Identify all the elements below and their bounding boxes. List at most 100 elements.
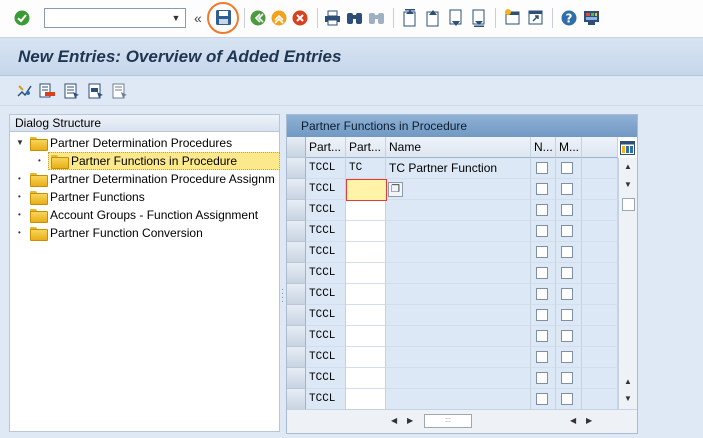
- partner-function-cell[interactable]: [346, 389, 386, 410]
- row-selector[interactable]: [287, 347, 306, 368]
- mandatory-checkbox[interactable]: [561, 225, 573, 237]
- select-block-icon[interactable]: [88, 83, 104, 102]
- command-field[interactable]: ▼: [44, 8, 186, 28]
- row-selector[interactable]: [287, 389, 306, 410]
- mandatory-checkbox[interactable]: [561, 183, 573, 195]
- row-selector[interactable]: [287, 284, 306, 305]
- not-modifiable-checkbox[interactable]: [536, 309, 548, 321]
- last-page-icon[interactable]: [471, 9, 488, 30]
- column-header-name[interactable]: Name: [386, 137, 531, 158]
- partner-function-cell[interactable]: [346, 242, 386, 263]
- scroll-right-icon[interactable]: ▶: [586, 416, 592, 425]
- partner-function-cell[interactable]: [346, 284, 386, 305]
- mandatory-checkbox[interactable]: [561, 162, 573, 174]
- history-toggle-icon[interactable]: «: [194, 10, 202, 26]
- mandatory-checkbox[interactable]: [561, 288, 573, 300]
- partner-function-cell[interactable]: [346, 347, 386, 368]
- chevron-down-icon[interactable]: ▼: [167, 9, 185, 27]
- row-selector[interactable]: [287, 305, 306, 326]
- column-header-not-modifiable[interactable]: N...: [531, 137, 556, 158]
- previous-page-icon[interactable]: [425, 9, 442, 30]
- scroll-left-icon[interactable]: ◀: [570, 416, 576, 425]
- deselect-all-icon[interactable]: [112, 83, 128, 102]
- row-selector[interactable]: [287, 242, 306, 263]
- not-modifiable-checkbox[interactable]: [536, 330, 548, 342]
- scroll-up-icon[interactable]: ▲: [624, 162, 632, 171]
- print-icon[interactable]: [324, 10, 341, 29]
- table-settings-icon[interactable]: [620, 141, 635, 155]
- tree-item-partner-functions-in-procedure[interactable]: • Partner Functions in Procedure: [10, 152, 280, 170]
- not-modifiable-checkbox[interactable]: [536, 162, 548, 174]
- row-selector[interactable]: [287, 263, 306, 284]
- partner-function-cell[interactable]: [346, 368, 386, 389]
- partner-function-cell[interactable]: [346, 221, 386, 242]
- name-cell: [386, 242, 531, 263]
- layout-menu-icon[interactable]: [583, 9, 600, 29]
- mandatory-checkbox[interactable]: [561, 246, 573, 258]
- column-header-function[interactable]: Part...: [346, 137, 386, 158]
- tree-item-partner-functions[interactable]: • Partner Functions: [10, 188, 279, 206]
- not-modifiable-checkbox[interactable]: [536, 393, 548, 405]
- display-change-icon[interactable]: [16, 83, 33, 102]
- row-selector[interactable]: [287, 158, 306, 179]
- not-modifiable-checkbox[interactable]: [536, 351, 548, 363]
- expand-arrow-icon[interactable]: ▼: [16, 134, 24, 152]
- partner-function-cell[interactable]: [346, 305, 386, 326]
- first-page-icon[interactable]: [402, 9, 419, 30]
- row-selector[interactable]: [287, 221, 306, 242]
- not-modifiable-checkbox[interactable]: [536, 267, 548, 279]
- tree-item-partner-determination-procedures[interactable]: ▼ Partner Determination Procedures: [10, 134, 279, 152]
- not-modifiable-checkbox[interactable]: [536, 372, 548, 384]
- create-session-icon[interactable]: [504, 9, 521, 29]
- scroll-left-icon[interactable]: ◀: [391, 416, 397, 425]
- partner-function-input-focused[interactable]: [346, 179, 387, 201]
- tree-item-partner-function-conversion[interactable]: • Partner Function Conversion: [10, 224, 279, 242]
- shortcut-icon[interactable]: [527, 9, 544, 29]
- tree-item-account-groups-function-assignment[interactable]: • Account Groups - Function Assignment: [10, 206, 279, 224]
- vertical-scroll-thumb[interactable]: [622, 198, 635, 211]
- column-header-procedure[interactable]: Part...: [306, 137, 346, 158]
- mandatory-checkbox[interactable]: [561, 204, 573, 216]
- mandatory-checkbox[interactable]: [561, 309, 573, 321]
- not-modifiable-checkbox[interactable]: [536, 246, 548, 258]
- scroll-down-icon[interactable]: ▼: [624, 180, 632, 189]
- horizontal-scrollbar[interactable]: ◀ ▶ ::: ◀ ▶: [287, 409, 637, 433]
- not-modifiable-checkbox[interactable]: [536, 183, 548, 195]
- mandatory-checkbox[interactable]: [561, 372, 573, 384]
- mandatory-checkbox[interactable]: [561, 267, 573, 279]
- value-help-icon[interactable]: ❐: [388, 182, 403, 197]
- mandatory-checkbox[interactable]: [561, 393, 573, 405]
- row-selector[interactable]: [287, 179, 306, 200]
- select-all-rows-button[interactable]: [287, 137, 306, 158]
- delete-rows-icon[interactable]: [39, 83, 56, 102]
- mandatory-checkbox[interactable]: [561, 351, 573, 363]
- column-header-mandatory[interactable]: M...: [556, 137, 582, 158]
- find-icon[interactable]: [346, 10, 363, 29]
- next-page-icon[interactable]: [448, 9, 465, 30]
- cancel-icon[interactable]: [292, 10, 308, 29]
- back-icon[interactable]: [250, 10, 266, 29]
- not-modifiable-checkbox[interactable]: [536, 288, 548, 300]
- row-selector[interactable]: [287, 368, 306, 389]
- vertical-scrollbar[interactable]: ▲ ▼ ▲ ▼: [618, 158, 637, 409]
- not-modifiable-checkbox[interactable]: [536, 225, 548, 237]
- select-all-icon[interactable]: [64, 83, 80, 102]
- scroll-down-icon[interactable]: ▼: [624, 394, 632, 403]
- tree-item-partner-determination-procedure-assignment[interactable]: • Partner Determination Procedure Assign…: [10, 170, 279, 188]
- exit-icon[interactable]: [271, 10, 287, 29]
- horizontal-scroll-thumb[interactable]: :::: [424, 414, 472, 428]
- help-icon[interactable]: ?: [561, 10, 577, 29]
- enter-icon[interactable]: [14, 10, 30, 29]
- scroll-up-icon[interactable]: ▲: [624, 377, 632, 386]
- scroll-right-icon[interactable]: ▶: [407, 416, 413, 425]
- partner-function-cell[interactable]: [346, 263, 386, 284]
- filler-cell: [582, 221, 618, 242]
- row-selector[interactable]: [287, 326, 306, 347]
- mandatory-checkbox[interactable]: [561, 330, 573, 342]
- not-modifiable-checkbox[interactable]: [536, 204, 548, 216]
- partner-function-cell[interactable]: [346, 326, 386, 347]
- partner-function-cell[interactable]: [346, 200, 386, 221]
- row-selector[interactable]: [287, 200, 306, 221]
- find-next-icon[interactable]: [368, 10, 385, 29]
- panel-splitter[interactable]: · · · ·: [281, 114, 285, 432]
